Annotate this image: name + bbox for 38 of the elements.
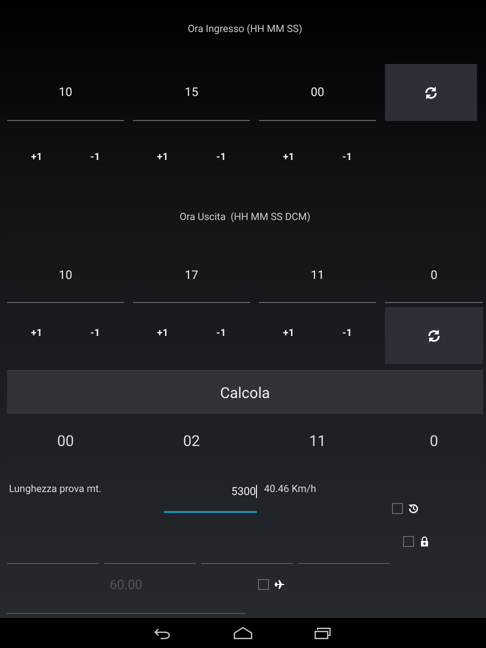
result-value: 00 [56, 432, 75, 450]
field-label: Lunghezza prova mt. [8, 484, 102, 494]
decrement-button[interactable]: -1 [336, 324, 358, 343]
time-field[interactable]: 10 [7, 64, 124, 121]
lock-icon [419, 536, 430, 546]
time-field[interactable]: 0 [385, 247, 483, 303]
section-title: Ora Uscita (HH MM SS DCM) [178, 211, 312, 225]
speed-value: 40.46 Km/h [264, 484, 316, 494]
time-field[interactable]: 00 [259, 64, 376, 121]
result-value: 02 [182, 432, 201, 450]
result-value: 11 [308, 432, 327, 450]
increment-button[interactable]: +1 [277, 148, 300, 166]
length-field[interactable]: 5300 [164, 473, 257, 513]
checkbox[interactable] [403, 536, 414, 546]
home-icon[interactable] [231, 626, 255, 640]
checkbox[interactable] [392, 502, 404, 514]
result-value: 0 [428, 432, 440, 450]
time-field[interactable]: 10 [7, 247, 124, 303]
decrement-button[interactable]: -1 [210, 148, 232, 166]
time-field[interactable]: 17 [133, 247, 250, 303]
increment-button[interactable]: +1 [25, 148, 48, 166]
airplane-icon [274, 578, 285, 590]
refresh-icon [423, 84, 439, 100]
checkbox[interactable] [258, 578, 269, 590]
increment-button[interactable]: +1 [151, 324, 174, 343]
section-title: Ora Ingresso (HH MM SS) [186, 23, 304, 37]
refresh-icon [426, 328, 442, 344]
time-field[interactable]: 11 [259, 247, 376, 303]
time-field[interactable]: 15 [133, 64, 250, 121]
decrement-button[interactable]: -1 [84, 148, 106, 166]
increment-button[interactable]: +1 [277, 324, 300, 343]
history-icon [408, 502, 420, 514]
decrement-button[interactable]: -1 [210, 324, 232, 343]
increment-button[interactable]: +1 [25, 324, 48, 343]
calculate-button[interactable]: Calcola [7, 370, 483, 414]
increment-button[interactable]: +1 [151, 148, 174, 166]
decrement-button[interactable]: -1 [84, 324, 106, 343]
decrement-button[interactable]: -1 [336, 148, 358, 166]
